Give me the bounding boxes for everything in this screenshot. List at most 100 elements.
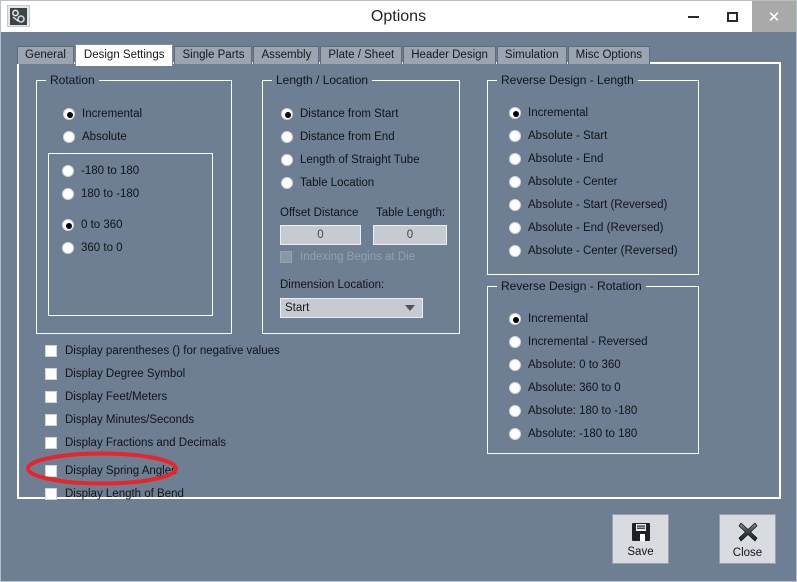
radio-length-of-straight-tube[interactable]: Length of Straight Tube bbox=[281, 154, 420, 166]
close-window-button[interactable]: ✕ bbox=[752, 1, 796, 32]
dimension-location-select[interactable]: Start bbox=[280, 298, 423, 318]
offset-distance-input[interactable]: 0 bbox=[280, 225, 361, 245]
checkbox-label: Display Minutes/Seconds bbox=[65, 414, 194, 426]
maximize-icon bbox=[727, 12, 738, 22]
radio-distance-from-start[interactable]: Distance from Start bbox=[281, 108, 398, 120]
checkbox-label: Display Degree Symbol bbox=[65, 368, 185, 380]
radio-label: 360 to 0 bbox=[81, 242, 123, 254]
tab-general[interactable]: General bbox=[17, 46, 74, 64]
radio-label: Absolute - Center (Reversed) bbox=[528, 245, 678, 257]
checkbox-indexing-begins-at-die[interactable]: Indexing Begins at Die bbox=[280, 251, 415, 263]
radio-distance-from-end[interactable]: Distance from End bbox=[281, 131, 395, 143]
tab-header-design[interactable]: Header Design bbox=[403, 46, 496, 64]
radio-indicator bbox=[509, 405, 521, 417]
minimize-icon bbox=[688, 16, 699, 18]
radio-indicator bbox=[509, 222, 521, 234]
checkbox-display-length-of-bend[interactable]: Display Length of Bend bbox=[45, 488, 184, 500]
rotation-group: Rotation Incremental Absolute -180 to 18… bbox=[36, 80, 232, 334]
radio-label: Absolute: 360 to 0 bbox=[528, 382, 621, 394]
tab-simulation[interactable]: Simulation bbox=[497, 46, 567, 64]
radio-indicator bbox=[62, 219, 74, 231]
dimension-location-label: Dimension Location: bbox=[280, 279, 384, 291]
radio-indicator bbox=[509, 153, 521, 165]
checkbox-display-feet-meters[interactable]: Display Feet/Meters bbox=[45, 391, 167, 403]
maximize-button[interactable] bbox=[713, 1, 752, 32]
radio-label: Absolute - Start bbox=[528, 130, 607, 142]
radio-label: Length of Straight Tube bbox=[300, 154, 420, 166]
minimize-button[interactable] bbox=[674, 1, 713, 32]
tab-misc-options[interactable]: Misc Options bbox=[568, 46, 650, 64]
radio-label: Distance from End bbox=[300, 131, 395, 143]
radio-rev-rot-incremental-reversed[interactable]: Incremental - Reversed bbox=[509, 336, 648, 348]
checkbox-display-minutes-seconds[interactable]: Display Minutes/Seconds bbox=[45, 414, 194, 426]
radio-rev-len-absolute-end-reversed[interactable]: Absolute - End (Reversed) bbox=[509, 222, 664, 234]
radio-indicator bbox=[509, 359, 521, 371]
radio-range-360-0[interactable]: 360 to 0 bbox=[62, 242, 123, 254]
checkbox-label: Display parentheses () for negative valu… bbox=[65, 345, 280, 357]
radio-rev-len-absolute-start[interactable]: Absolute - Start bbox=[509, 130, 607, 142]
checkbox-indicator bbox=[45, 414, 57, 426]
reverse-design-length-group-label: Reverse Design - Length bbox=[497, 73, 638, 87]
radio-range-neg180-180[interactable]: -180 to 180 bbox=[62, 165, 139, 177]
checkbox-display-parentheses[interactable]: Display parentheses () for negative valu… bbox=[45, 345, 280, 357]
checkbox-label: Display Fractions and Decimals bbox=[65, 437, 226, 449]
checkbox-label: Display Spring Angles bbox=[65, 465, 177, 477]
radio-range-0-360[interactable]: 0 to 360 bbox=[62, 219, 123, 231]
radio-label: Table Location bbox=[300, 177, 374, 189]
radio-rev-len-absolute-end[interactable]: Absolute - End bbox=[509, 153, 603, 165]
radio-label: Distance from Start bbox=[300, 108, 398, 120]
table-length-input[interactable]: 0 bbox=[373, 225, 447, 245]
radio-label: Incremental - Reversed bbox=[528, 336, 648, 348]
radio-rev-rot-absolute-360-0[interactable]: Absolute: 360 to 0 bbox=[509, 382, 621, 394]
radio-indicator bbox=[62, 242, 74, 254]
radio-rev-len-absolute-center-reversed[interactable]: Absolute - Center (Reversed) bbox=[509, 245, 678, 257]
length-location-group: Length / Location Distance from Start Di… bbox=[262, 80, 460, 334]
rotation-range-group: -180 to 180 180 to -180 0 to 360 360 to … bbox=[48, 153, 213, 316]
radio-label: Absolute - End (Reversed) bbox=[528, 222, 664, 234]
radio-label: 0 to 360 bbox=[81, 219, 123, 231]
radio-indicator bbox=[509, 313, 521, 325]
radio-rev-rot-incremental[interactable]: Incremental bbox=[509, 313, 588, 325]
radio-rev-len-incremental[interactable]: Incremental bbox=[509, 107, 588, 119]
dimension-location-value: Start bbox=[285, 302, 309, 314]
floppy-disk-icon bbox=[630, 521, 652, 543]
checkbox-indicator bbox=[45, 437, 57, 449]
tab-plate-sheet[interactable]: Plate / Sheet bbox=[320, 46, 402, 64]
close-button-label: Close bbox=[733, 547, 762, 559]
close-button[interactable]: Close bbox=[719, 514, 776, 564]
checkbox-label: Display Feet/Meters bbox=[65, 391, 167, 403]
tab-single-parts[interactable]: Single Parts bbox=[174, 46, 252, 64]
radio-label: Absolute - Start (Reversed) bbox=[528, 199, 667, 211]
radio-indicator bbox=[509, 336, 521, 348]
radio-rotation-absolute[interactable]: Absolute bbox=[63, 131, 127, 143]
radio-rotation-incremental[interactable]: Incremental bbox=[63, 108, 142, 120]
radio-rev-rot-absolute-neg180-180[interactable]: Absolute: -180 to 180 bbox=[509, 428, 637, 440]
x-cross-icon bbox=[736, 520, 760, 544]
checkbox-display-degree-symbol[interactable]: Display Degree Symbol bbox=[45, 368, 185, 380]
radio-indicator bbox=[509, 428, 521, 440]
checkbox-display-fractions-decimals[interactable]: Display Fractions and Decimals bbox=[45, 437, 226, 449]
radio-table-location[interactable]: Table Location bbox=[281, 177, 374, 189]
save-button[interactable]: Save bbox=[612, 514, 669, 564]
table-length-label: Table Length: bbox=[376, 207, 445, 219]
radio-indicator bbox=[509, 176, 521, 188]
tab-design-settings[interactable]: Design Settings bbox=[75, 44, 174, 66]
checkbox-label: Display Length of Bend bbox=[65, 488, 184, 500]
reverse-design-rotation-group-label: Reverse Design - Rotation bbox=[497, 279, 646, 293]
radio-range-180-neg180[interactable]: 180 to -180 bbox=[62, 188, 139, 200]
radio-rev-len-absolute-start-reversed[interactable]: Absolute - Start (Reversed) bbox=[509, 199, 667, 211]
checkbox-indicator bbox=[45, 391, 57, 403]
tab-assembly[interactable]: Assembly bbox=[253, 46, 319, 64]
radio-rev-rot-absolute-0-360[interactable]: Absolute: 0 to 360 bbox=[509, 359, 621, 371]
checkbox-display-spring-angles[interactable]: Display Spring Angles bbox=[45, 465, 177, 477]
radio-indicator bbox=[509, 245, 521, 257]
radio-label: Absolute: 0 to 360 bbox=[528, 359, 621, 371]
radio-indicator bbox=[62, 165, 74, 177]
radio-rev-rot-absolute-180-neg180[interactable]: Absolute: 180 to -180 bbox=[509, 405, 637, 417]
radio-label: Incremental bbox=[528, 313, 588, 325]
radio-label: Absolute - Center bbox=[528, 176, 618, 188]
radio-rev-len-absolute-center[interactable]: Absolute - Center bbox=[509, 176, 618, 188]
radio-indicator bbox=[509, 107, 521, 119]
options-window: Options ✕ General Design Settings Single… bbox=[0, 0, 797, 582]
title-bar: Options ✕ bbox=[1, 1, 796, 32]
